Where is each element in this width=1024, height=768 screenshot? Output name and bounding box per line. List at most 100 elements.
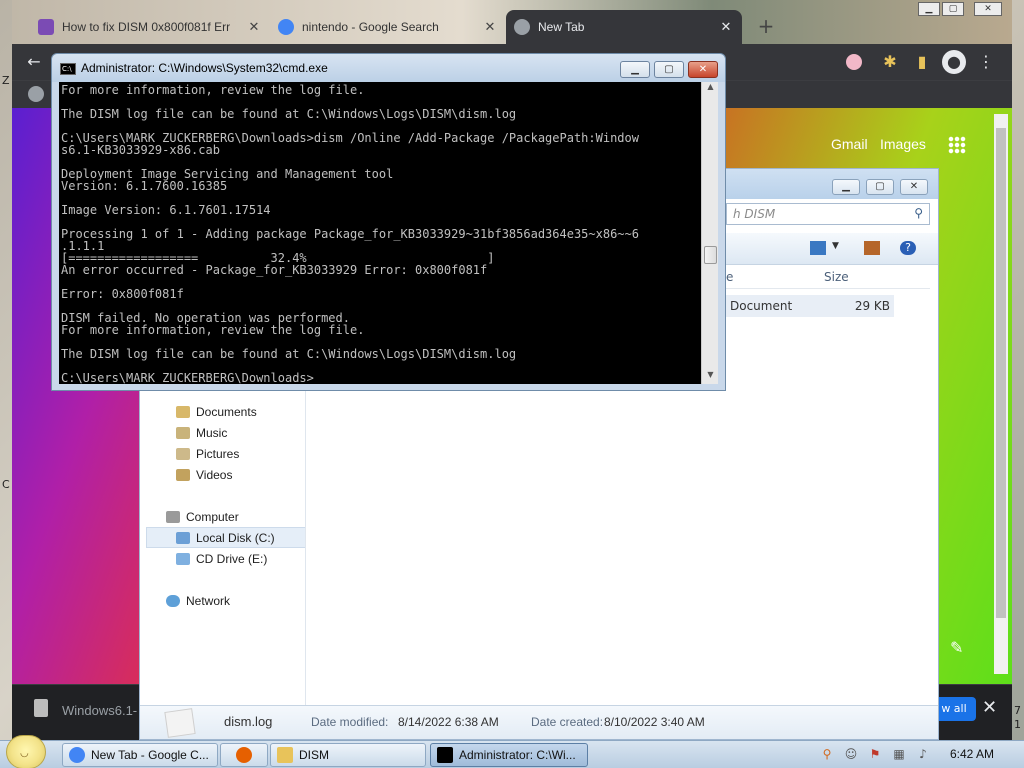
help-icon[interactable]: ? bbox=[900, 241, 916, 255]
browser-minimize-button[interactable]: ▁ bbox=[918, 2, 940, 16]
date-modified-label: Date modified: bbox=[311, 715, 389, 729]
browser-maximize-button[interactable]: ▢ bbox=[942, 2, 964, 16]
music-folder-icon bbox=[176, 426, 190, 439]
system-clock[interactable]: 6:42 AM bbox=[950, 747, 994, 761]
search-icon[interactable]: ⚲ bbox=[914, 206, 923, 220]
desktop-glyph: 7 bbox=[1014, 704, 1021, 717]
file-row[interactable]: Document 29 KB bbox=[726, 295, 894, 317]
nav-label: Videos bbox=[196, 467, 233, 482]
tab-close-icon[interactable]: ✕ bbox=[718, 19, 734, 35]
nav-item-music[interactable]: Music bbox=[146, 422, 306, 443]
nav-label: Pictures bbox=[196, 446, 240, 461]
scroll-up-arrow-icon[interactable]: ▲ bbox=[702, 82, 719, 96]
images-link[interactable]: Images bbox=[880, 136, 926, 152]
taskbar-firefox-button[interactable] bbox=[220, 743, 268, 767]
cmd-minimize-button[interactable]: ▁ bbox=[620, 61, 650, 78]
column-header-size[interactable]: Size bbox=[824, 270, 849, 284]
nav-label: Music bbox=[196, 425, 228, 440]
cmd-icon bbox=[437, 747, 453, 763]
file-size: 29 KB bbox=[854, 299, 890, 313]
view-dropdown-chevron-icon[interactable]: ▼ bbox=[832, 241, 840, 255]
desktop-glyph: Z bbox=[2, 74, 10, 87]
taskbar: ◡ New Tab - Google C... DISM Administrat… bbox=[0, 735, 1024, 768]
nav-item-computer[interactable]: Computer bbox=[146, 506, 306, 527]
cmd-scrollbar[interactable]: ▲ ▼ bbox=[701, 82, 718, 384]
nav-label: CD Drive (E:) bbox=[196, 551, 268, 566]
taskbar-label: New Tab - Google C... bbox=[91, 748, 209, 762]
view-options-icon[interactable] bbox=[810, 241, 826, 255]
volume-tray-icon[interactable]: ♪ bbox=[916, 747, 930, 761]
date-modified-value: 8/14/2022 6:38 AM bbox=[398, 715, 499, 729]
desktop-glyph: 1 bbox=[1014, 718, 1021, 731]
taskbar-cmd-button[interactable]: Administrator: C:\Wi... bbox=[430, 743, 588, 767]
tab-new-tab[interactable]: New Tab ✕ bbox=[506, 10, 742, 44]
chrome-icon bbox=[69, 747, 85, 763]
cmd-close-button[interactable]: ✕ bbox=[688, 61, 718, 78]
start-button[interactable]: ◡ bbox=[6, 735, 46, 768]
network-icon bbox=[166, 594, 180, 607]
cmd-maximize-button[interactable]: ▢ bbox=[654, 61, 684, 78]
nav-item-network[interactable]: Network bbox=[146, 590, 306, 611]
download-file-icon bbox=[34, 699, 48, 717]
account-avatar-icon[interactable]: ● bbox=[942, 50, 966, 74]
nav-label: Computer bbox=[186, 509, 239, 524]
desktop-glyph: C bbox=[2, 478, 10, 491]
profile-flag-icon[interactable] bbox=[846, 54, 862, 70]
scrollbar-thumb[interactable] bbox=[704, 246, 717, 264]
pictures-folder-icon bbox=[176, 447, 190, 460]
pane-divider[interactable] bbox=[305, 387, 306, 717]
browser-close-button[interactable]: ✕ bbox=[974, 2, 1002, 16]
download-bar-close-icon[interactable]: ✕ bbox=[982, 697, 997, 718]
cmd-window: C:\ Administrator: C:\Windows\System32\c… bbox=[51, 53, 726, 391]
nav-item-local-disk[interactable]: Local Disk (C:) bbox=[146, 527, 306, 548]
back-arrow-icon[interactable]: ← bbox=[22, 50, 46, 74]
explorer-maximize-button[interactable]: ▢ bbox=[866, 179, 894, 195]
network-tray-icon[interactable]: ▦ bbox=[892, 747, 906, 761]
search-placeholder: h DISM bbox=[733, 207, 776, 221]
tab-title: How to fix DISM 0x800f081f Err bbox=[62, 20, 231, 34]
gmail-link[interactable]: Gmail bbox=[831, 136, 868, 152]
google-apps-grid-icon[interactable] bbox=[948, 136, 966, 154]
customize-pencil-icon[interactable]: ✎ bbox=[950, 638, 963, 657]
flag-alert-tray-icon[interactable]: ⚑ bbox=[868, 747, 882, 761]
nav-label: Network bbox=[186, 593, 231, 608]
face-tray-icon[interactable]: ☺ bbox=[844, 747, 858, 761]
chrome-apps-icon[interactable] bbox=[28, 86, 44, 102]
nav-label: Local Disk (C:) bbox=[196, 530, 275, 545]
scrollbar-thumb[interactable] bbox=[996, 128, 1006, 618]
navigation-pane: Documents Music Pictures Videos Computer… bbox=[146, 387, 306, 611]
extensions-puzzle-icon[interactable]: ✱ bbox=[878, 50, 902, 74]
nav-item-cd-drive[interactable]: CD Drive (E:) bbox=[146, 548, 306, 569]
tab-close-icon[interactable]: ✕ bbox=[482, 19, 498, 35]
cmd-title-bar[interactable]: C:\ Administrator: C:\Windows\System32\c… bbox=[52, 54, 725, 82]
tab-google-search[interactable]: nintendo - Google Search ✕ bbox=[270, 10, 506, 44]
nav-item-pictures[interactable]: Pictures bbox=[146, 443, 306, 464]
scroll-down-arrow-icon[interactable]: ▼ bbox=[702, 370, 719, 384]
reading-list-icon[interactable]: ▮ bbox=[910, 50, 934, 74]
computer-icon bbox=[166, 510, 180, 523]
menu-kebab-icon[interactable]: ⋮ bbox=[974, 50, 998, 74]
console-output[interactable]: For more information, review the log fil… bbox=[59, 82, 701, 384]
tab-title: New Tab bbox=[538, 20, 585, 34]
preview-pane-icon[interactable] bbox=[864, 241, 880, 255]
column-header-name[interactable]: e bbox=[726, 270, 733, 284]
nav-label: Documents bbox=[196, 404, 257, 419]
console-text: For more information, review the log fil… bbox=[61, 83, 639, 384]
page-scrollbar[interactable] bbox=[994, 114, 1008, 674]
details-pane: dism.log Date modified: 8/14/2022 6:38 A… bbox=[140, 705, 938, 739]
file-list-header: e Size bbox=[726, 265, 930, 289]
tab-close-icon[interactable]: ✕ bbox=[246, 19, 262, 35]
documents-folder-icon bbox=[176, 405, 190, 418]
nav-item-documents[interactable]: Documents bbox=[146, 401, 306, 422]
tab-dism-article[interactable]: How to fix DISM 0x800f081f Err ✕ bbox=[30, 10, 270, 44]
taskbar-explorer-button[interactable]: DISM bbox=[270, 743, 426, 767]
taskbar-chrome-button[interactable]: New Tab - Google C... bbox=[62, 743, 218, 767]
nav-item-videos[interactable]: Videos bbox=[146, 464, 306, 485]
download-filename[interactable]: Windows6.1- bbox=[62, 703, 137, 718]
explorer-minimize-button[interactable]: ▁ bbox=[832, 179, 860, 195]
new-tab-plus-icon[interactable]: + bbox=[754, 14, 778, 38]
search-tray-icon[interactable]: ⚲ bbox=[820, 747, 834, 761]
cmd-icon: C:\ bbox=[60, 63, 76, 75]
explorer-search-input[interactable]: h DISM ⚲ bbox=[726, 203, 930, 225]
explorer-close-button[interactable]: ✕ bbox=[900, 179, 928, 195]
